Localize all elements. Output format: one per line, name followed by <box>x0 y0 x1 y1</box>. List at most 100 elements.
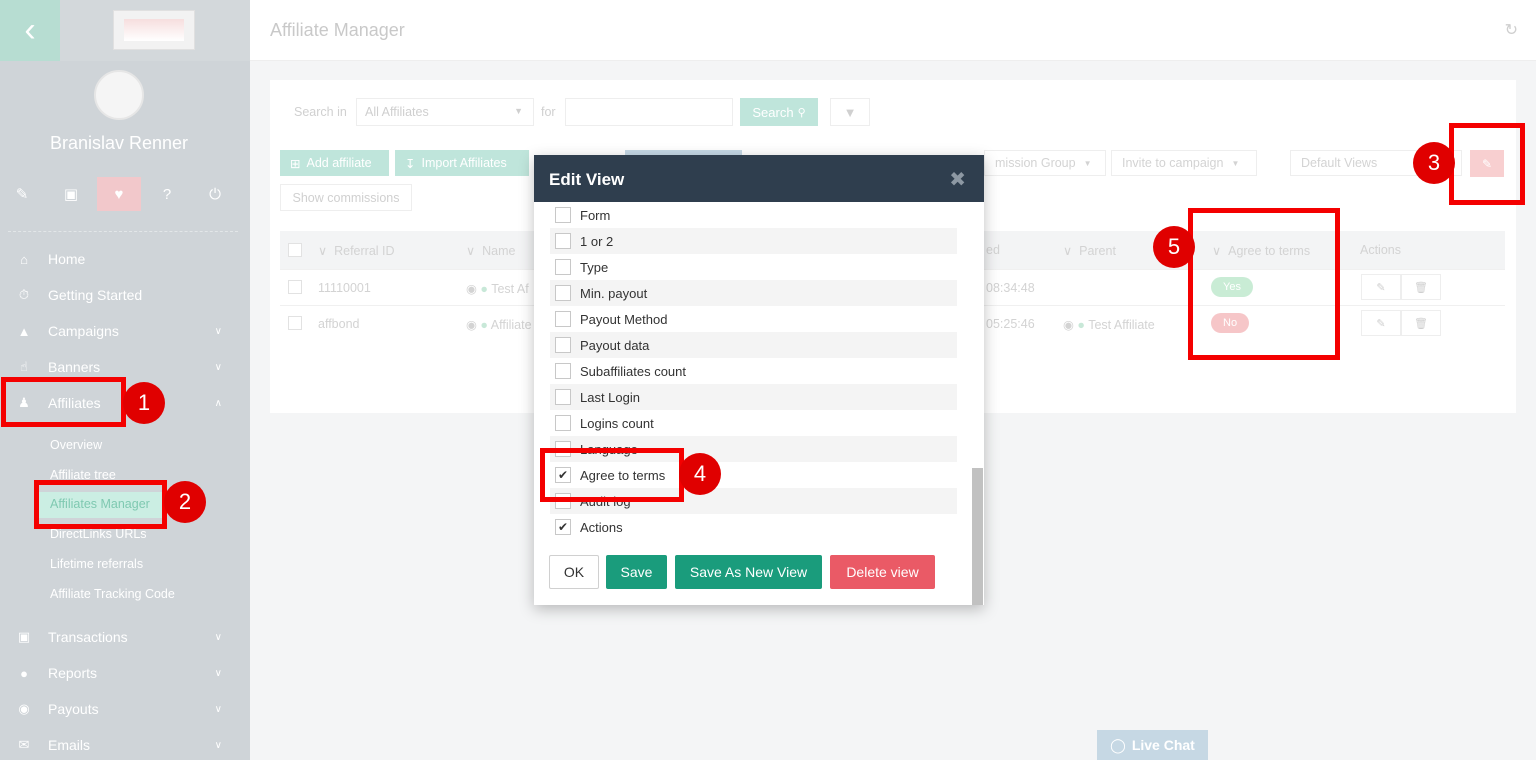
column-label: Payout data <box>580 337 650 353</box>
time-cell: 08:34:48 <box>986 281 1035 295</box>
column-header-referral-id[interactable]: ∨ Referral ID <box>318 243 395 258</box>
annotation-number-5: 5 <box>1153 226 1195 268</box>
caret-down-icon: ▼ <box>1231 158 1240 168</box>
list-item[interactable]: Type <box>550 254 957 280</box>
column-checkbox[interactable] <box>555 207 571 223</box>
scrollbar-thumb[interactable] <box>972 468 983 605</box>
import-affiliates-button[interactable]: ↧ Import Affiliates <box>395 150 529 176</box>
add-affiliate-button[interactable]: ⊞ Add affiliate <box>280 150 389 176</box>
sidebar-item-campaigns[interactable]: ▲ Campaigns ∨ <box>0 313 250 349</box>
column-checkbox[interactable] <box>555 259 571 275</box>
megaphone-icon: ▲ <box>17 323 31 339</box>
list-item[interactable]: Last Login <box>550 384 957 410</box>
delete-view-button[interactable]: Delete view <box>830 555 935 589</box>
column-checkbox[interactable] <box>555 233 571 249</box>
list-item[interactable]: 1 or 2 <box>550 228 957 254</box>
column-label: Logins count <box>580 415 654 431</box>
sidebar-item-label: Getting Started <box>48 287 143 303</box>
question-icon[interactable]: ? <box>145 177 189 211</box>
list-item[interactable]: Payout data <box>550 332 957 358</box>
commission-group-label: mission Group <box>995 156 1076 170</box>
row-delete-button[interactable]: 🗑 <box>1401 310 1441 336</box>
column-checkbox[interactable] <box>555 311 571 327</box>
column-checkbox[interactable] <box>555 285 571 301</box>
column-checkbox[interactable] <box>555 337 571 353</box>
eye-icon[interactable]: ◉ <box>466 318 477 332</box>
column-header-name[interactable]: ∨ Name <box>466 243 515 258</box>
pencil-icon: ✎ <box>1376 281 1386 294</box>
pencil-icon[interactable]: ✎ <box>0 177 44 211</box>
list-item[interactable]: Min. payout <box>550 280 957 306</box>
sub-item-tracking-code[interactable]: Affiliate Tracking Code <box>50 587 175 601</box>
list-item[interactable]: ✔ Actions <box>550 514 957 540</box>
column-checkbox[interactable]: ✔ <box>555 519 571 535</box>
list-item[interactable]: Logins count <box>550 410 957 436</box>
sub-item-overview[interactable]: Overview <box>50 438 102 452</box>
column-header-label: Name <box>482 244 516 258</box>
sidebar-item-label: Banners <box>48 359 101 375</box>
list-item[interactable]: Form <box>550 202 957 228</box>
show-commissions-button[interactable]: Show commissions <box>280 184 412 211</box>
filter-button[interactable]: ▼ <box>830 98 870 126</box>
sidebar-item-getting-started[interactable]: ⏱ Getting Started <box>0 277 250 313</box>
eye-icon[interactable]: ◉ <box>466 282 477 296</box>
search-scope-select[interactable]: All Affiliates ▼ <box>356 98 534 126</box>
invite-campaign-dropdown[interactable]: Invite to campaign ▼ <box>1111 150 1257 176</box>
column-header-label: Referral ID <box>334 244 395 258</box>
sidebar-item-home[interactable]: ⌂ Home <box>0 241 250 277</box>
sidebar-item-emails[interactable]: ✉ Emails ∨ <box>0 727 250 760</box>
live-chat-button[interactable]: ◯ Live Chat <box>1097 730 1208 760</box>
sub-item-directlinks-urls[interactable]: DirectLinks URLs <box>50 527 147 541</box>
sub-item-lifetime-referrals[interactable]: Lifetime referrals <box>50 557 143 571</box>
column-label: Form <box>580 207 611 223</box>
chat-bubble-icon: ◯ <box>1110 736 1126 753</box>
name-cell[interactable]: ◉ ● Affiliate <box>466 317 532 332</box>
search-button-label: Search <box>752 104 794 120</box>
for-label: for <box>541 105 556 119</box>
refresh-icon[interactable]: ↻ <box>1505 20 1518 40</box>
edit-view-modal: Edit View ✖ Form 1 or 2 Type Min. payout… <box>534 155 984 605</box>
commission-group-dropdown[interactable]: mission Group ▼ <box>984 150 1106 176</box>
column-header-parent[interactable]: ∨ Parent <box>1063 243 1116 258</box>
column-checkbox[interactable] <box>555 363 571 379</box>
column-checkbox[interactable] <box>555 415 571 431</box>
home-icon: ⌂ <box>20 251 28 267</box>
row-edit-button[interactable]: ✎ <box>1361 274 1401 300</box>
pie-icon: ● <box>20 665 28 681</box>
annotation-number-1: 1 <box>123 382 165 424</box>
close-icon[interactable]: ✖ <box>949 167 966 192</box>
heart-icon[interactable]: ♥ <box>97 177 141 211</box>
trash-icon: 🗑 <box>1414 281 1428 294</box>
list-item[interactable]: Subaffiliates count <box>550 358 957 384</box>
name-cell[interactable]: ◉ ● Test Af <box>466 281 529 296</box>
referral-id-cell: 11110001 <box>318 281 371 295</box>
select-all-checkbox[interactable] <box>288 243 302 257</box>
save-button[interactable]: Save <box>606 555 667 589</box>
column-label: Type <box>580 259 609 275</box>
list-item[interactable]: Payout Method <box>550 306 957 332</box>
row-delete-button[interactable]: 🗑 <box>1401 274 1441 300</box>
save-as-new-view-button[interactable]: Save As New View <box>675 555 822 589</box>
caret-down-icon: ▼ <box>1083 158 1092 168</box>
filter-icon: ▼ <box>843 104 857 120</box>
avatar[interactable] <box>94 70 144 120</box>
column-checkbox[interactable] <box>555 389 571 405</box>
monitor-icon[interactable]: ▣ <box>49 177 93 211</box>
column-header-created[interactable]: ed <box>986 243 1000 257</box>
row-checkbox[interactable] <box>288 316 302 330</box>
eye-icon[interactable]: ◉ <box>1063 318 1074 332</box>
sidebar-item-label: Campaigns <box>48 323 119 339</box>
sidebar-item-transactions[interactable]: ▣ Transactions ∨ <box>0 619 250 655</box>
ok-button[interactable]: OK <box>549 555 599 589</box>
row-edit-button[interactable]: ✎ <box>1361 310 1401 336</box>
sidebar-item-payouts[interactable]: ◉ Payouts ∨ <box>0 691 250 727</box>
power-icon[interactable]: ⏻ <box>193 177 237 211</box>
sidebar-icon-row: ✎ ▣ ♥ ? ⏻ <box>0 177 250 211</box>
parent-cell[interactable]: ◉ ● Test Affiliate <box>1063 317 1155 332</box>
column-header-label: Parent <box>1079 244 1116 258</box>
search-button[interactable]: Search ⚲ <box>740 98 818 126</box>
search-input[interactable] <box>565 98 733 126</box>
back-button[interactable]: ‹ <box>0 0 60 61</box>
sidebar-item-reports[interactable]: ● Reports ∨ <box>0 655 250 691</box>
row-checkbox[interactable] <box>288 280 302 294</box>
